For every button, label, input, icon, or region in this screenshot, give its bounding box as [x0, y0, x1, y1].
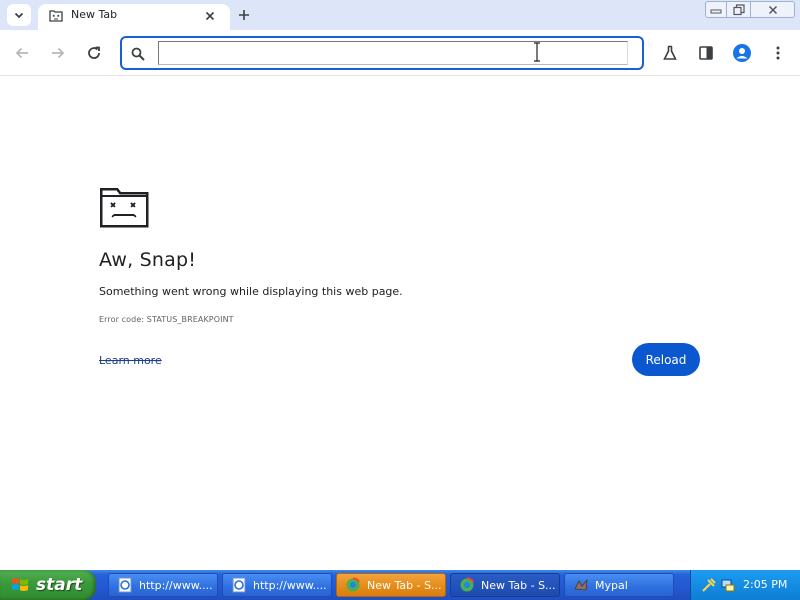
ie-page-icon: [232, 577, 246, 593]
flask-icon: [663, 45, 677, 60]
taskbar-item[interactable]: New Tab - S...: [450, 573, 560, 597]
clock: 2:05 PM: [743, 578, 788, 591]
browser-icon: [460, 577, 474, 592]
arrow-right-icon: [52, 47, 65, 59]
new-tab-button[interactable]: [234, 5, 254, 25]
taskbar-item[interactable]: http://www....: [222, 573, 332, 597]
close-icon: [205, 11, 215, 21]
mypal-icon: [574, 578, 588, 591]
tab-strip: New Tab: [0, 0, 800, 30]
error-page: Aw, Snap! Something went wrong while dis…: [0, 77, 800, 570]
arrow-left-icon: [15, 47, 28, 59]
side-panel-icon: [699, 46, 713, 60]
labs-button[interactable]: [658, 41, 682, 65]
plus-icon: [239, 10, 249, 20]
tab-new-tab[interactable]: New Tab: [38, 4, 230, 30]
error-message: Something went wrong while displaying th…: [99, 285, 403, 298]
taskbar-item-label: New Tab - S...: [481, 578, 556, 592]
taskbar-item-active[interactable]: New Tab - S...: [336, 573, 446, 597]
browser-icon: [346, 577, 360, 592]
back-button[interactable]: [10, 41, 34, 65]
restore-icon: [732, 3, 745, 15]
system-tray: 2:05 PM: [690, 570, 800, 600]
search-icon: [131, 47, 145, 61]
start-label: start: [36, 575, 83, 595]
minimize-icon: [710, 9, 722, 13]
sad-tab-icon: [49, 10, 63, 22]
chevron-down-icon: [14, 12, 24, 19]
reload-icon: [88, 46, 100, 59]
omnibox[interactable]: [120, 36, 644, 70]
tab-close-button[interactable]: [201, 7, 219, 25]
forward-button[interactable]: [46, 41, 70, 65]
error-code: Error code: STATUS_BREAKPOINT: [99, 315, 234, 324]
taskbar-item[interactable]: http://www....: [108, 573, 218, 597]
taskbar: start http://www.... http://www.... New …: [0, 570, 800, 600]
ie-page-icon: [118, 577, 132, 593]
sad-tab-icon: [99, 187, 149, 228]
text-cursor-icon: [534, 42, 540, 62]
profile-button[interactable]: [730, 41, 754, 65]
omnibox-input[interactable]: [158, 41, 628, 65]
tab-title: New Tab: [71, 8, 118, 21]
browser-toolbar: [0, 30, 800, 76]
window-close-button[interactable]: [751, 1, 795, 18]
learn-more-link[interactable]: Learn more: [99, 354, 162, 367]
tab-search-button[interactable]: [7, 4, 31, 26]
side-panel-button[interactable]: [694, 41, 718, 65]
reload-button[interactable]: [82, 41, 106, 65]
taskbar-item-label: http://www....: [139, 578, 213, 592]
windows-logo-icon: [12, 578, 28, 591]
reload-page-button[interactable]: Reload: [632, 343, 700, 376]
taskbar-item-label: New Tab - S...: [367, 578, 442, 592]
profile-icon: [733, 44, 751, 62]
tools-tray-icon[interactable]: [701, 577, 717, 593]
restore-button[interactable]: [727, 1, 751, 18]
network-tray-icon[interactable]: [720, 577, 736, 593]
taskbar-item[interactable]: Mypal: [564, 573, 674, 597]
taskbar-item-label: Mypal: [595, 578, 628, 592]
error-title: Aw, Snap!: [99, 249, 197, 271]
close-icon: [768, 5, 777, 14]
start-button[interactable]: start: [0, 570, 96, 600]
minimize-button[interactable]: [705, 1, 727, 18]
taskbar-item-label: http://www....: [253, 578, 327, 592]
menu-button[interactable]: [766, 41, 790, 65]
kebab-menu-icon: [776, 46, 780, 60]
